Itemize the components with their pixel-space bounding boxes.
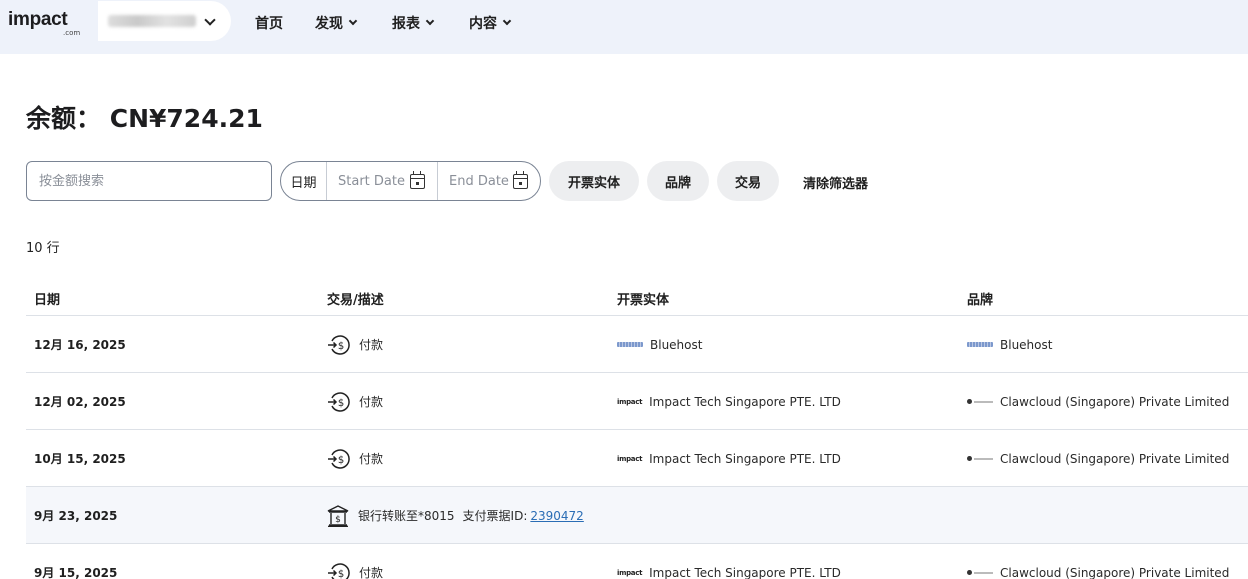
- brand-filter-button[interactable]: 品牌: [647, 161, 709, 201]
- clawcloud-logo: [967, 455, 993, 463]
- transaction-description: 付款: [359, 395, 384, 409]
- date-filter-label: 日期: [281, 162, 327, 200]
- transaction-description: 付款: [359, 452, 384, 466]
- payment-icon: $: [328, 334, 350, 355]
- row-billing-entity: impact Impact Tech Singapore PTE. LTD: [617, 544, 841, 579]
- column-header-billing-entity[interactable]: 开票实体: [617, 289, 669, 308]
- column-header-brand[interactable]: 品牌: [967, 289, 993, 308]
- transaction-description: 银行转账至*8015: [358, 509, 455, 523]
- row-brand: Clawcloud (Singapore) Private Limited: [967, 373, 1229, 430]
- impact-logo[interactable]: impact .com: [8, 9, 80, 38]
- impact-logo: impact: [617, 454, 643, 463]
- svg-text:$: $: [338, 569, 344, 579]
- row-date: 9月 23, 2025: [34, 509, 118, 523]
- logo-subtext: .com: [63, 29, 81, 37]
- top-navigation-bar: impact .com 首页 发现 报表 内容: [0, 0, 1248, 54]
- nav-home[interactable]: 首页: [255, 14, 283, 32]
- nav-discover-label: 发现: [315, 16, 343, 32]
- impact-logo: impact: [617, 397, 643, 406]
- calendar-icon: [513, 171, 528, 189]
- svg-text:$: $: [338, 341, 344, 352]
- bluehost-logo: [967, 342, 993, 347]
- clawcloud-logo: [967, 398, 993, 406]
- calendar-icon: [410, 171, 425, 189]
- payment-icon: $: [328, 448, 350, 469]
- transaction-description: 付款: [359, 566, 384, 579]
- brand-name: Clawcloud (Singapore) Private Limited: [1000, 451, 1230, 466]
- table-row[interactable]: 9月 15, 2025 $ 付款 impact Impact Tech Sing…: [26, 544, 1248, 579]
- billing-entity-filter-button[interactable]: 开票实体: [549, 161, 639, 201]
- account-name-redacted: [108, 15, 196, 27]
- balance-heading: 余额： CN¥724.21: [26, 99, 263, 135]
- row-transaction: $ 付款: [327, 316, 383, 373]
- billing-entity-name: Bluehost: [650, 337, 703, 352]
- payment-icon: $: [328, 391, 350, 412]
- row-date: 9月 15, 2025: [34, 566, 118, 579]
- nav-reports[interactable]: 报表: [392, 14, 435, 32]
- account-switcher[interactable]: [98, 1, 231, 41]
- chevron-down-icon: [348, 16, 358, 26]
- end-date-placeholder: End Date: [449, 173, 509, 189]
- row-transaction: $ 付款: [327, 544, 383, 579]
- row-date: 12月 02, 2025: [34, 395, 126, 409]
- row-billing-entity: Bluehost: [617, 316, 702, 373]
- row-transaction: $ 付款: [327, 430, 383, 487]
- row-brand: Clawcloud (Singapore) Private Limited: [967, 430, 1229, 487]
- nav-reports-label: 报表: [392, 16, 420, 32]
- chevron-down-icon: [425, 16, 435, 26]
- bluehost-logo: [617, 342, 643, 347]
- svg-text:$: $: [335, 515, 341, 525]
- nav-discover[interactable]: 发现: [315, 14, 358, 32]
- balance-amount: CN¥724.21: [109, 104, 263, 133]
- impact-logo: impact: [617, 568, 643, 577]
- brand-name: Bluehost: [1000, 337, 1053, 352]
- billing-entity-name: Impact Tech Singapore PTE. LTD: [649, 451, 841, 466]
- transaction-description: 付款: [359, 338, 384, 352]
- billing-entity-name: Impact Tech Singapore PTE. LTD: [649, 394, 841, 409]
- invoice-id-link[interactable]: 2390472: [530, 509, 583, 523]
- svg-text:$: $: [338, 398, 344, 409]
- row-count: 10 行: [26, 241, 60, 256]
- amount-search-input[interactable]: [26, 161, 272, 201]
- column-header-transaction[interactable]: 交易/描述: [327, 289, 384, 308]
- transaction-filter-button[interactable]: 交易: [717, 161, 779, 201]
- chevron-down-icon: [204, 14, 216, 26]
- clear-filters-button[interactable]: 清除筛选器: [803, 173, 868, 192]
- row-date: 10月 15, 2025: [34, 452, 126, 466]
- end-date-field[interactable]: End Date: [438, 162, 540, 200]
- table-row[interactable]: 12月 02, 2025 $ 付款 impact Impact Tech Sin…: [26, 373, 1248, 430]
- start-date-field[interactable]: Start Date: [327, 162, 438, 200]
- brand-name: Clawcloud (Singapore) Private Limited: [1000, 565, 1230, 579]
- nav-content[interactable]: 内容: [469, 14, 512, 32]
- clawcloud-logo: [967, 569, 993, 577]
- bank-icon: $: [327, 504, 349, 527]
- table-row[interactable]: 10月 15, 2025 $ 付款 impact Impact Tech Sin…: [26, 430, 1248, 487]
- chevron-down-icon: [502, 16, 512, 26]
- row-billing-entity: impact Impact Tech Singapore PTE. LTD: [617, 373, 841, 430]
- balance-label: 余额：: [26, 104, 102, 133]
- svg-text:$: $: [338, 455, 344, 466]
- billing-entity-name: Impact Tech Singapore PTE. LTD: [649, 565, 841, 579]
- row-billing-entity: impact Impact Tech Singapore PTE. LTD: [617, 430, 841, 487]
- column-header-date[interactable]: 日期: [34, 289, 60, 308]
- table-row[interactable]: 9月 23, 2025 $ 银行转账至*8015 支付票据ID: 2390472: [26, 487, 1248, 544]
- row-transaction: $ 付款: [327, 373, 383, 430]
- start-date-placeholder: Start Date: [338, 173, 405, 189]
- payment-icon: $: [328, 562, 350, 579]
- row-brand: Bluehost: [967, 316, 1052, 373]
- table-row[interactable]: 12月 16, 2025 $ 付款 Bluehost Bluehost: [26, 316, 1248, 373]
- brand-name: Clawcloud (Singapore) Private Limited: [1000, 394, 1230, 409]
- invoice-label: 支付票据ID:: [462, 509, 528, 523]
- nav-content-label: 内容: [469, 16, 497, 32]
- row-transaction: $ 银行转账至*8015 支付票据ID: 2390472: [327, 487, 584, 544]
- nav-home-label: 首页: [255, 16, 283, 32]
- row-date: 12月 16, 2025: [34, 338, 126, 352]
- logo-text: impact: [8, 9, 68, 30]
- row-brand: Clawcloud (Singapore) Private Limited: [967, 544, 1229, 579]
- date-range-filter: 日期 Start Date End Date: [280, 161, 541, 201]
